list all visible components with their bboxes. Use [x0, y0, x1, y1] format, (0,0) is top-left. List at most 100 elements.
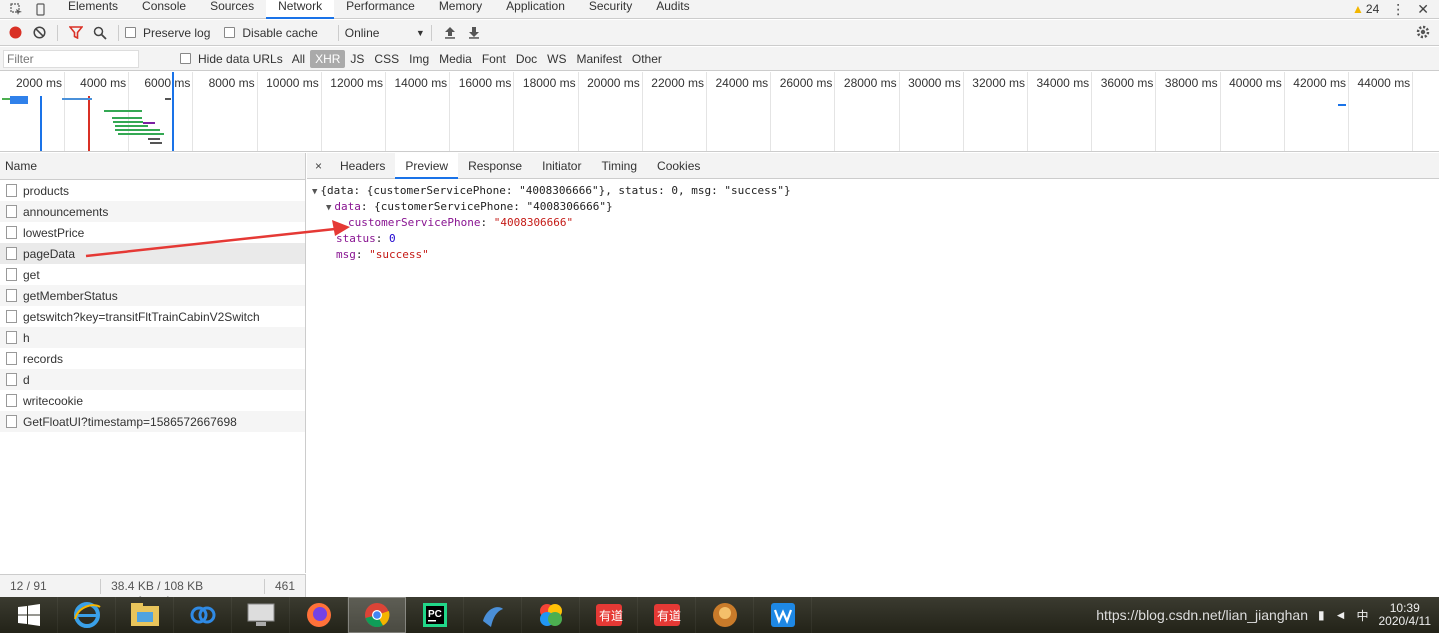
expand-triangle-icon: ▼	[326, 203, 332, 213]
checkbox-box	[125, 27, 136, 38]
chrome-icon[interactable]	[348, 597, 406, 633]
tab-cookies[interactable]: Cookies	[647, 153, 710, 179]
firefox-icon[interactable]	[290, 597, 348, 633]
import-har-icon[interactable]	[438, 21, 462, 45]
youdao-dict-icon[interactable]: 有道	[580, 597, 638, 633]
disable-cache-checkbox[interactable]: Disable cache	[224, 26, 318, 40]
tab-application[interactable]: Application	[494, 0, 577, 19]
tab-sources[interactable]: Sources	[198, 0, 266, 19]
youdao-note-icon[interactable]: 有道	[638, 597, 696, 633]
timeline-gridline	[1283, 72, 1285, 151]
timeline-gridline	[1348, 72, 1349, 151]
system-tray: https://blog.csdn.net/lian_jianghan ▮ ◄ …	[1096, 602, 1439, 628]
inspect-element-icon[interactable]	[8, 1, 24, 17]
record-button[interactable]	[3, 21, 27, 45]
device-toolbar-icon[interactable]	[32, 1, 48, 17]
timeline-tick-label: 30000 ms	[908, 76, 961, 90]
request-row[interactable]: products	[0, 180, 305, 201]
close-devtools-icon[interactable]: ✕	[1417, 1, 1429, 18]
filter-icon[interactable]	[64, 21, 88, 45]
wps-icon[interactable]	[754, 597, 812, 633]
file-icon	[6, 394, 17, 407]
filter-type-js[interactable]: JS	[345, 50, 369, 68]
request-row[interactable]: get	[0, 264, 305, 285]
file-icon	[6, 310, 17, 323]
json-root-line[interactable]: ▼ {data: {customerServicePhone: "40083066…	[312, 184, 791, 197]
tab-elements[interactable]: Elements	[56, 0, 130, 19]
game-app-icon[interactable]	[696, 597, 754, 633]
windows-taskbar: PC 有道 有道 https://blog.csdn.net/lian_jian…	[0, 597, 1439, 633]
request-row[interactable]: GetFloatUI?timestamp=1586572667698	[0, 411, 305, 432]
tab-response[interactable]: Response	[458, 153, 532, 179]
hide-data-urls-checkbox[interactable]: Hide data URLs	[180, 52, 283, 66]
devtools-tabbar: Elements Console Sources Network Perform…	[0, 0, 1439, 19]
checkbox-box	[224, 27, 236, 38]
request-row[interactable]: getMemberStatus	[0, 285, 305, 306]
throttling-select[interactable]: Online ▼	[345, 26, 425, 40]
expand-triangle-icon: ▼	[312, 187, 318, 197]
request-row[interactable]: lowestPrice	[0, 222, 305, 243]
preserve-log-checkbox[interactable]: Preserve log	[125, 26, 210, 40]
dolphin-app-icon[interactable]	[464, 597, 522, 633]
tab-preview[interactable]: Preview	[395, 152, 459, 179]
pycharm-icon[interactable]: PC	[406, 597, 464, 633]
volume-icon[interactable]: ◄	[1335, 608, 1347, 622]
filter-type-font[interactable]: Font	[477, 50, 511, 68]
search-icon[interactable]	[88, 21, 112, 45]
tab-headers[interactable]: Headers	[330, 153, 395, 179]
tab-audits[interactable]: Audits	[644, 0, 701, 19]
tab-initiator[interactable]: Initiator	[532, 153, 591, 179]
file-icon	[6, 331, 17, 344]
request-row[interactable]: h	[0, 327, 305, 348]
baidu-netdisk-icon[interactable]	[174, 597, 232, 633]
filter-type-manifest[interactable]: Manifest	[572, 50, 627, 68]
gear-icon[interactable]	[1415, 24, 1431, 43]
json-phone-line: customerServicePhone: "4008306666"	[348, 216, 574, 229]
request-row[interactable]: writecookie	[0, 390, 305, 411]
tabbar-right: ▲ 24 ⋮ ✕	[1352, 1, 1439, 18]
ime-icon[interactable]: 中	[1356, 607, 1368, 624]
clear-button[interactable]	[27, 21, 51, 45]
timeline-gridline	[770, 72, 772, 151]
filter-type-media[interactable]: Media	[434, 50, 477, 68]
more-menu-icon[interactable]: ⋮	[1391, 1, 1405, 18]
ie-icon[interactable]	[58, 597, 116, 633]
request-row[interactable]: announcements	[0, 201, 305, 222]
request-name: writecookie	[23, 393, 84, 408]
throttling-value: Online	[344, 25, 380, 40]
tab-security[interactable]: Security	[577, 0, 644, 19]
filter-type-css[interactable]: CSS	[369, 50, 404, 68]
monitor-app-icon[interactable]	[232, 597, 290, 633]
status-bar: 12 / 91 requests 38.4 KB / 108 KB transf…	[0, 574, 306, 608]
clock[interactable]: 10:39 2020/4/11	[1379, 602, 1432, 628]
filter-type-img[interactable]: Img	[404, 50, 434, 68]
petal-app-icon[interactable]	[522, 597, 580, 633]
tab-performance[interactable]: Performance	[334, 0, 427, 19]
name-column-header[interactable]: Name	[0, 153, 305, 180]
filter-type-ws[interactable]: WS	[542, 50, 571, 68]
json-data-line[interactable]: ▼ data: {customerServicePhone: "400830666…	[326, 200, 613, 213]
request-row[interactable]: pageData	[0, 243, 305, 264]
tab-network[interactable]: Network	[266, 0, 335, 19]
timeline-overview[interactable]: 2000 ms 4000 ms 6000 ms 8000 ms 10000 ms 1200…	[0, 72, 1439, 152]
file-icon	[6, 373, 17, 386]
tab-memory[interactable]: Memory	[427, 0, 494, 19]
filter-input[interactable]	[3, 49, 139, 68]
warning-count[interactable]: ▲ 24	[1352, 2, 1379, 16]
start-button[interactable]	[0, 597, 58, 633]
filter-type-all[interactable]: All	[287, 50, 310, 68]
export-har-icon[interactable]	[462, 21, 486, 45]
filter-type-doc[interactable]: Doc	[511, 50, 542, 68]
file-explorer-icon[interactable]	[116, 597, 174, 633]
detail-tabbar: × Headers Preview Response Initiator Tim…	[307, 152, 1439, 179]
tab-console[interactable]: Console	[130, 0, 198, 19]
filter-type-xhr[interactable]: XHR	[310, 49, 346, 68]
request-row[interactable]: d	[0, 369, 305, 390]
request-row[interactable]: records	[0, 348, 305, 369]
json-number-value: 0	[389, 232, 396, 245]
request-row[interactable]: getswitch?key=transitFltTrainCabinV2Swit…	[0, 306, 305, 327]
close-detail-icon[interactable]: ×	[307, 159, 330, 173]
tab-timing[interactable]: Timing	[591, 153, 647, 179]
network-icon[interactable]: ▮	[1318, 608, 1325, 622]
filter-type-other[interactable]: Other	[627, 50, 667, 68]
